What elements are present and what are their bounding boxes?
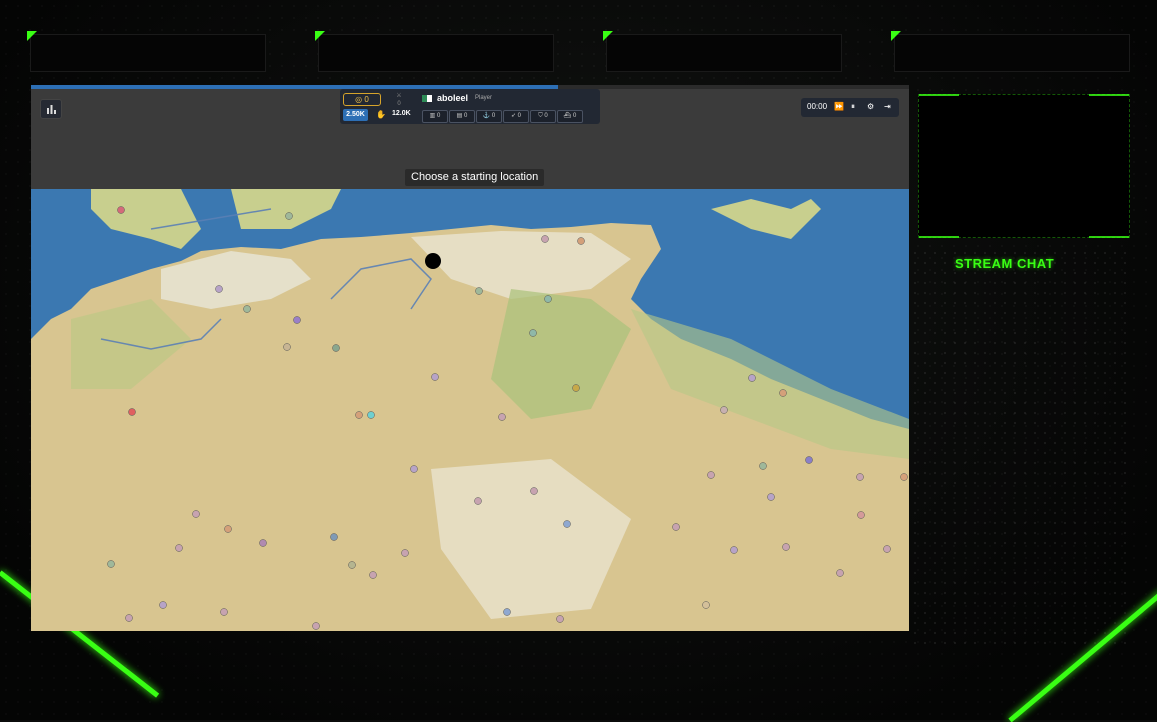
- world-map[interactable]: [31, 189, 909, 631]
- player-hud: ◎ 0 ⚔ 0 aboleel Player 2.50K ✋ 12.0K ▥ 0 …: [340, 89, 600, 124]
- stream-chat-panel: [910, 248, 1132, 648]
- game-controls: 00:00 ⏩ ⏸ ⚙ ⇥: [801, 98, 899, 117]
- game-timer: 00:00: [807, 102, 828, 111]
- exit-icon[interactable]: ⇥: [884, 102, 891, 111]
- warship-count[interactable]: ⛴ 0: [557, 110, 583, 123]
- player-name: aboleel: [437, 93, 469, 103]
- leaderboard-button[interactable]: [40, 99, 62, 119]
- troops-counter: ⚔ 0: [396, 93, 402, 107]
- player-flag-icon: [422, 95, 432, 102]
- missile-count[interactable]: ➶ 0: [503, 110, 529, 123]
- webcam-frame: [918, 94, 1130, 238]
- start-location-banner: Choose a starting location: [405, 169, 545, 186]
- hand-icon: ✋: [376, 110, 386, 119]
- overlay-top-slot-3: [603, 31, 842, 72]
- overlay-top-slot-4: [891, 31, 1130, 72]
- gear-icon[interactable]: ⚙: [867, 102, 874, 111]
- overlay-top-slot-1: [27, 31, 266, 72]
- stream-chat-title: STREAM CHAT: [955, 256, 1055, 271]
- gold-counter: ◎ 0: [343, 93, 381, 106]
- port-count[interactable]: ⚓ 0: [476, 110, 502, 123]
- max-population-value: 12.0K: [392, 110, 411, 117]
- game-window[interactable]: ◎ 0 ⚔ 0 aboleel Player 2.50K ✋ 12.0K ▥ 0 …: [31, 85, 909, 631]
- mouse-cursor: [425, 253, 441, 269]
- city-count[interactable]: ▥ 0: [422, 110, 448, 123]
- bar-chart-icon: [46, 105, 56, 114]
- pause-icon[interactable]: ⏸: [851, 102, 855, 112]
- player-role: Player: [475, 95, 493, 101]
- gold-value: 0: [364, 95, 369, 104]
- fast-forward-icon[interactable]: ⏩: [834, 102, 844, 111]
- troops-value: 0: [397, 101, 401, 107]
- factory-count[interactable]: ▤ 0: [449, 110, 475, 123]
- overlay-top-slot-2: [315, 31, 554, 72]
- population-value: 2.50K: [343, 109, 368, 121]
- defense-count[interactable]: ⛉ 0: [530, 110, 556, 123]
